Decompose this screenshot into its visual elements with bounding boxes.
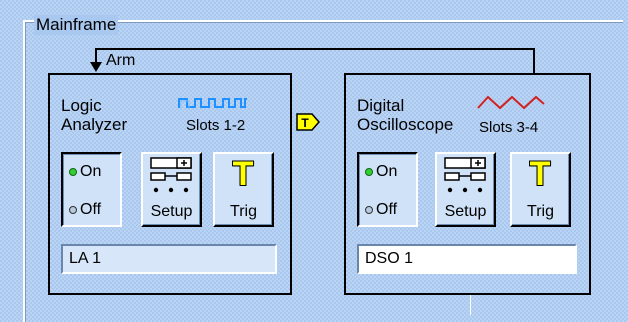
- la-trig-label: Trig: [230, 203, 257, 220]
- la-setup-label: Setup: [150, 203, 193, 220]
- analog-sine-wave-icon: [477, 95, 545, 110]
- dso-title-line1: Digital: [357, 96, 405, 115]
- la-on-button[interactable]: On: [80, 163, 101, 181]
- arm-connector-horizontal: [95, 48, 535, 50]
- trigger-tag-glyph: T: [301, 116, 309, 130]
- la-slots-label: Slots 1-2: [186, 117, 246, 134]
- la-on-led-icon: [69, 168, 77, 176]
- dso-name-field[interactable]: DSO 1: [357, 244, 577, 274]
- dso-on-button[interactable]: On: [376, 163, 397, 181]
- trigger-tag-icon: T: [296, 113, 320, 131]
- la-title-line2: Analyzer: [61, 115, 128, 134]
- setup-icon: [150, 157, 192, 193]
- la-off-led-icon: [69, 206, 77, 214]
- la-title-line1: Logic: [61, 96, 102, 115]
- dso-slots-label: Slots 3-4: [479, 119, 539, 136]
- digital-square-wave-icon: [178, 98, 247, 109]
- dso-on-led-icon: [365, 168, 373, 176]
- arm-arrow-icon: [90, 62, 102, 72]
- arm-connector-vertical-right: [533, 48, 535, 74]
- setup-icon: [444, 157, 486, 193]
- dso-off-led-icon: [365, 206, 373, 214]
- trigger-t-icon: T: [529, 155, 551, 193]
- dso-setup-label: Setup: [444, 203, 487, 220]
- mainframe-label: Mainframe: [34, 15, 119, 35]
- la-off-button[interactable]: Off: [80, 201, 101, 219]
- dso-trig-label: Trig: [527, 203, 554, 220]
- dso-off-button[interactable]: Off: [376, 201, 397, 219]
- arm-label: Arm: [106, 52, 136, 69]
- dso-output-line: [470, 295, 471, 315]
- la-name-field[interactable]: LA 1: [61, 244, 277, 274]
- dso-title-line2: Oscilloscope: [357, 115, 454, 134]
- trigger-t-icon: T: [232, 155, 254, 193]
